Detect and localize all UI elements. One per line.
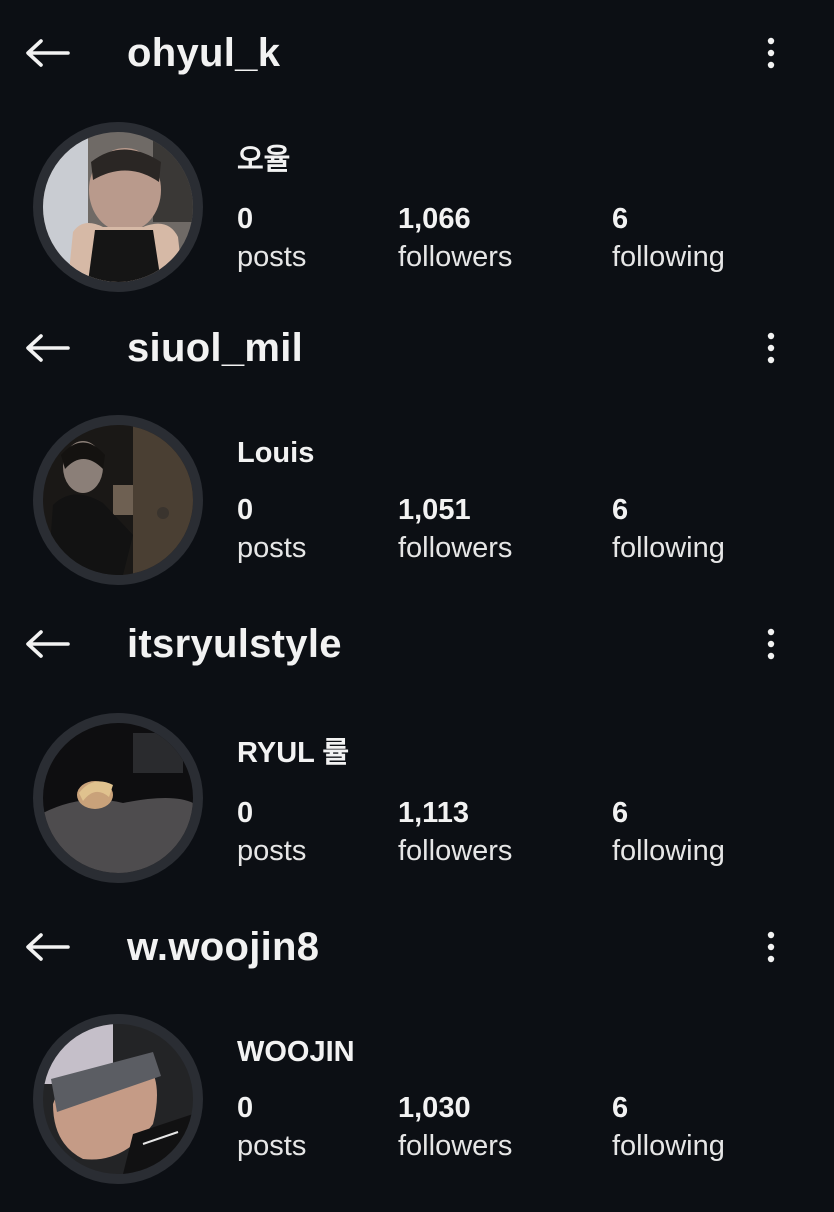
more-options-button[interactable] bbox=[751, 323, 791, 373]
following-count[interactable]: 6 following bbox=[612, 200, 725, 276]
following-count[interactable]: 6 following bbox=[612, 794, 725, 870]
username: ohyul_k bbox=[127, 31, 281, 75]
profile-section-siuol-mil: siuol_mil Louis 0 posts 1,051 followers … bbox=[0, 313, 834, 613]
followers-label: followers bbox=[398, 835, 513, 867]
profile-header: ohyul_k bbox=[0, 18, 834, 88]
more-options-icon bbox=[767, 931, 775, 963]
profile-header: itsryulstyle bbox=[0, 609, 834, 679]
profile-header: siuol_mil bbox=[0, 313, 834, 383]
back-arrow-icon bbox=[26, 630, 70, 658]
avatar-photo bbox=[43, 425, 193, 575]
followers-count[interactable]: 1,113 followers bbox=[398, 794, 512, 870]
followers-label: followers bbox=[398, 532, 513, 564]
profile-section-w-woojin8: w.woojin8 WOOJIN 0 posts 1,030 followers… bbox=[0, 912, 834, 1212]
back-button[interactable] bbox=[22, 28, 72, 78]
more-options-button[interactable] bbox=[751, 619, 791, 669]
followers-number: 1,030 bbox=[398, 1092, 471, 1124]
display-name: Louis bbox=[237, 437, 315, 469]
display-name: 오율 bbox=[237, 144, 291, 176]
back-arrow-icon bbox=[26, 933, 70, 961]
following-label: following bbox=[612, 1130, 725, 1162]
more-options-button[interactable] bbox=[751, 922, 791, 972]
back-arrow-icon bbox=[26, 334, 70, 362]
followers-number: 1,066 bbox=[398, 203, 471, 235]
back-button[interactable] bbox=[22, 619, 72, 669]
more-options-icon bbox=[767, 37, 775, 69]
followers-count[interactable]: 1,066 followers bbox=[398, 200, 512, 276]
following-label: following bbox=[612, 532, 725, 564]
posts-number: 0 bbox=[237, 203, 254, 235]
posts-count[interactable]: 0 posts bbox=[237, 200, 306, 276]
posts-count[interactable]: 0 posts bbox=[237, 1089, 306, 1165]
profile-section-itsryulstyle: itsryulstyle RYUL 률 0 posts 1,113 follow… bbox=[0, 609, 834, 909]
followers-count[interactable]: 1,051 followers bbox=[398, 491, 512, 567]
avatar[interactable] bbox=[33, 1014, 203, 1184]
followers-number: 1,113 bbox=[398, 797, 469, 829]
more-options-icon bbox=[767, 332, 775, 364]
following-number: 6 bbox=[612, 1092, 629, 1124]
following-number: 6 bbox=[612, 797, 629, 829]
posts-label: posts bbox=[237, 1130, 307, 1162]
posts-number: 0 bbox=[237, 1092, 254, 1124]
posts-count[interactable]: 0 posts bbox=[237, 491, 306, 567]
followers-count[interactable]: 1,030 followers bbox=[398, 1089, 512, 1165]
avatar-photo bbox=[43, 132, 193, 282]
back-arrow-icon bbox=[26, 39, 70, 67]
profile-header: w.woojin8 bbox=[0, 912, 834, 982]
profile-section-ohyul-k: ohyul_k 오율 0 posts 1,066 followers 6 fol bbox=[0, 18, 834, 318]
posts-label: posts bbox=[237, 532, 307, 564]
posts-count[interactable]: 0 posts bbox=[237, 794, 306, 870]
back-button[interactable] bbox=[22, 323, 72, 373]
username: itsryulstyle bbox=[127, 622, 342, 666]
avatar[interactable] bbox=[33, 122, 203, 292]
followers-label: followers bbox=[398, 1130, 513, 1162]
following-label: following bbox=[612, 835, 725, 867]
following-count[interactable]: 6 following bbox=[612, 491, 725, 567]
avatar[interactable] bbox=[33, 713, 203, 883]
more-options-icon bbox=[767, 628, 775, 660]
back-button[interactable] bbox=[22, 922, 72, 972]
avatar-photo bbox=[43, 1024, 193, 1174]
following-label: following bbox=[612, 241, 725, 273]
avatar[interactable] bbox=[33, 415, 203, 585]
display-name: WOOJIN bbox=[237, 1036, 355, 1068]
posts-number: 0 bbox=[237, 797, 254, 829]
followers-label: followers bbox=[398, 241, 513, 273]
avatar-photo bbox=[43, 723, 193, 873]
followers-number: 1,051 bbox=[398, 494, 471, 526]
username: w.woojin8 bbox=[127, 925, 320, 969]
posts-label: posts bbox=[237, 241, 307, 273]
following-count[interactable]: 6 following bbox=[612, 1089, 725, 1165]
display-name: RYUL 률 bbox=[237, 737, 350, 769]
more-options-button[interactable] bbox=[751, 28, 791, 78]
posts-label: posts bbox=[237, 835, 307, 867]
posts-number: 0 bbox=[237, 494, 254, 526]
following-number: 6 bbox=[612, 494, 629, 526]
following-number: 6 bbox=[612, 203, 629, 235]
username: siuol_mil bbox=[127, 326, 304, 370]
